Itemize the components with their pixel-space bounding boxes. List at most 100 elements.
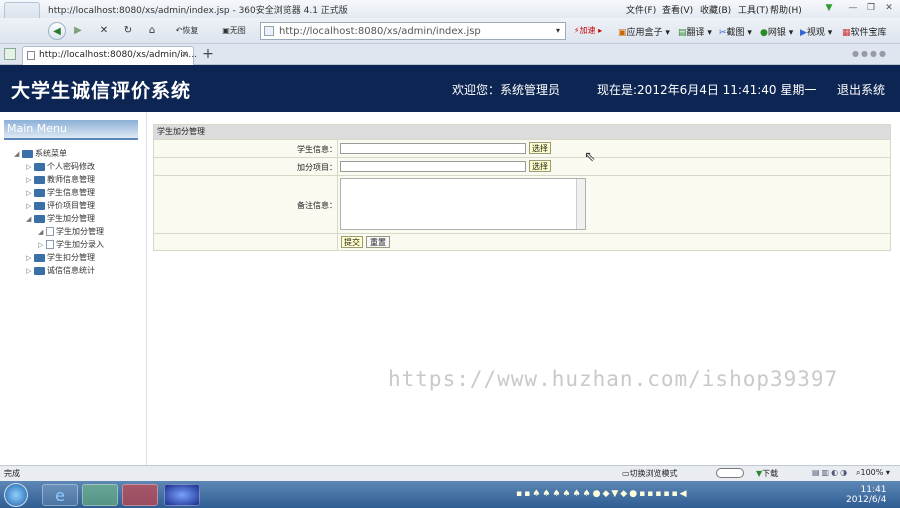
scissors-icon: ✂ [719, 28, 727, 38]
back-icon[interactable]: ◀ [48, 22, 66, 40]
refresh-icon[interactable]: ↻ [120, 22, 136, 40]
no-image-button[interactable]: ▣无图 [214, 22, 254, 40]
expand-icon: ▷ [26, 189, 32, 197]
menu-file[interactable]: 文件(F) [626, 3, 656, 16]
address-bar[interactable]: http://localhost:8080/xs/admin/index.jsp [260, 22, 566, 40]
tab-close-icon[interactable]: ✕ [181, 50, 189, 60]
accelerate-button[interactable]: ⚡加速 ▸ [568, 22, 608, 40]
watermark-text: https://www.huzhan.com/ishop39397 [388, 367, 839, 391]
app-header: 大学生诚信评价系统 欢迎您：系统管理员 现在是:2012年6月4日 11:41:… [0, 65, 900, 112]
sidebar-item-evaluation[interactable]: ▷ 评价项目管理 [26, 200, 95, 212]
clock[interactable]: 11:41 2012/6/4 [846, 485, 886, 505]
sidebar-item-label: 个人密码修改 [47, 162, 95, 171]
address-dropdown-icon[interactable]: ▾ [552, 22, 564, 40]
sidebar-item-label: 学生加分管理 [47, 214, 95, 223]
sidebar-item-teachers[interactable]: ▷ 教师信息管理 [26, 174, 95, 186]
side-menu: Main Menu ◢ 系统菜单 ▷ 个人密码修改 ▷ 教师信息管理 ▷ 学生信息管理 … [0, 112, 147, 465]
folder-icon [22, 149, 33, 158]
stop-icon[interactable]: ✕ [96, 22, 112, 40]
menu-help[interactable]: 帮助(H) [770, 3, 802, 16]
sidebar-toggle-icon[interactable] [4, 48, 16, 60]
toolbar-video[interactable]: ▶视观 ▾ [800, 25, 832, 38]
restore-button[interactable]: ↶恢复 [168, 22, 206, 40]
toolbar-app-box[interactable]: ▣应用盒子 ▾ [618, 25, 670, 38]
sidebar-item-deduction[interactable]: ▷ 学生扣分管理 [26, 252, 95, 264]
tab-current[interactable]: http://localhost:8080/xs/admin/in... ✕ [22, 46, 198, 65]
submit-button[interactable]: 提交 [341, 236, 363, 248]
toolbar-software[interactable]: ▦软件宝库 [842, 25, 887, 38]
status-icons[interactable]: ▤▥◐◑ [812, 468, 849, 477]
ie-taskbar-icon[interactable]: e [42, 484, 78, 506]
eclipse-taskbar-icon[interactable] [164, 484, 200, 506]
app-box-label: 应用盒子 [626, 28, 663, 38]
toolbar-translate[interactable]: ▤翻译 ▾ [678, 25, 712, 38]
bank-label: 网银 [767, 28, 786, 38]
folder-icon [34, 253, 45, 262]
form-row-item: 加分项目： 选择 [154, 157, 890, 176]
tab-bar: http://localhost:8080/xs/admin/in... ✕ +… [0, 44, 900, 65]
home-icon[interactable]: ⌂ [144, 22, 160, 40]
zoom-control[interactable]: ⌕100% ▾ [856, 468, 890, 478]
sidebar-item-label: 诚信信息统计 [47, 266, 95, 275]
student-label: 学生信息： [297, 145, 337, 154]
video-label: 视观 [806, 28, 825, 38]
tab-nav-icons[interactable]: ●●●● [852, 49, 898, 59]
mode-icon: ▭ [622, 469, 630, 478]
sidebar-item-bonus[interactable]: ◢ 学生加分管理 [26, 213, 95, 225]
tree-root-label: 系统菜单 [35, 149, 67, 158]
sidebar-item-password[interactable]: ▷ 个人密码修改 [26, 161, 95, 173]
expand-icon: ▷ [26, 254, 32, 262]
restore-label: 恢复 [182, 26, 199, 35]
bank-icon: ● [760, 28, 768, 38]
speed-toggle-icon[interactable] [716, 468, 744, 478]
choose-student-button[interactable]: 选择 [529, 142, 551, 154]
address-text: http://localhost:8080/xs/admin/index.jsp [279, 26, 481, 37]
collapse-icon: ◢ [14, 150, 20, 158]
panel-title: 学生加分管理 [154, 125, 890, 139]
student-input[interactable] [340, 143, 526, 154]
screenshot-label: 截图 [726, 28, 745, 38]
sidebar-item-label: 学生扣分管理 [47, 253, 95, 262]
tab-title: http://localhost:8080/xs/admin/in... [39, 50, 198, 60]
browser360-taskbar-icon[interactable] [82, 484, 118, 506]
maximize-icon[interactable]: ❐ [864, 2, 878, 14]
mouse-cursor-icon: ⇖ [584, 149, 596, 165]
folder-icon [34, 175, 45, 184]
app-taskbar-icon[interactable] [122, 484, 158, 506]
system-tray-icons[interactable]: ▪▪♠♠♠♠♠♠●◆▼◆●▪▪▪▪▪◀ [516, 489, 689, 499]
sidebar-item-students[interactable]: ▷ 学生信息管理 [26, 187, 95, 199]
toolbar-screenshot[interactable]: ✂截图 ▾ [719, 25, 752, 38]
skin-icon[interactable]: ▼ [822, 2, 836, 14]
no-image-label: 无图 [229, 26, 246, 35]
sidebar-item-statistics[interactable]: ▷ 诚信信息统计 [26, 265, 95, 277]
minimize-icon[interactable]: — [846, 2, 860, 14]
image-icon: ▣ [222, 26, 230, 35]
tree-root[interactable]: ◢ 系统菜单 [14, 148, 67, 160]
browse-mode-toggle[interactable]: ▭切换浏览模式 [622, 468, 678, 479]
download-label: 下载 [762, 469, 779, 478]
page-icon [264, 26, 274, 36]
menu-tools[interactable]: 工具(T) [738, 3, 769, 16]
column-divider [337, 176, 338, 234]
current-time: 现在是:2012年6月4日 11:41:40 星期一 [597, 83, 817, 97]
remark-textarea[interactable] [340, 178, 586, 230]
item-input[interactable] [340, 161, 526, 172]
close-window-icon[interactable]: ✕ [882, 2, 896, 14]
menu-view[interactable]: 查看(V) [662, 3, 693, 16]
expand-icon: ▷ [26, 267, 32, 275]
new-tab-icon[interactable]: + [200, 46, 216, 62]
software-icon: ▦ [842, 28, 851, 38]
reset-button[interactable]: 重置 [366, 236, 390, 248]
menu-favorites[interactable]: 收藏(B) [700, 3, 731, 16]
logout-link[interactable]: 退出系统 [837, 81, 885, 98]
forward-icon[interactable]: ▶ [70, 22, 86, 40]
choose-item-button[interactable]: 选择 [529, 160, 551, 172]
download-button[interactable]: ▼下载 [756, 468, 778, 479]
toolbar-bank[interactable]: ●网银 ▾ [760, 25, 793, 38]
start-button-icon[interactable] [4, 483, 28, 507]
sidebar-item-bonus-manage[interactable]: ◢ 学生加分管理 [38, 226, 104, 238]
tab-page-icon [27, 51, 35, 60]
sidebar-item-bonus-entry[interactable]: ▷ 学生加分录入 [38, 239, 104, 251]
textarea-scrollbar[interactable] [576, 179, 585, 229]
status-text: 完成 [4, 469, 20, 478]
